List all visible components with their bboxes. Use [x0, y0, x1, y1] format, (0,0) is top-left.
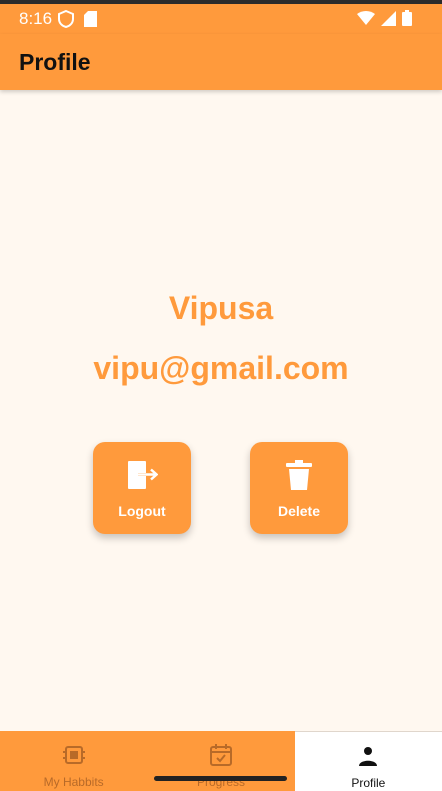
nav-item-progress[interactable]: Progress: [147, 731, 294, 791]
signal-icon: [381, 10, 396, 26]
shield-icon: [58, 10, 74, 28]
person-icon: [359, 747, 378, 766]
nav-label-my-habbits: My Habbits: [43, 775, 104, 789]
delete-label: Delete: [277, 503, 321, 519]
nav-item-my-habbits[interactable]: My Habbits: [0, 731, 147, 791]
battery-icon: [402, 10, 412, 26]
logout-label: Logout: [118, 503, 166, 519]
sd-card-icon: [84, 11, 97, 27]
nav-label-profile: Profile: [351, 776, 386, 790]
calendar-check-icon: [209, 744, 232, 766]
status-right-icons: [357, 10, 412, 26]
logout-icon: [128, 461, 158, 489]
status-time: 8:16: [19, 9, 53, 28]
home-indicator[interactable]: [154, 776, 287, 781]
logout-button[interactable]: Logout: [93, 442, 191, 534]
status-left-icons: [58, 10, 97, 28]
profile-name: Vipusa: [168, 290, 274, 326]
bottom-nav: My Habbits Progress Profile: [0, 731, 442, 791]
delete-button[interactable]: Delete: [250, 442, 348, 534]
nav-item-profile[interactable]: Profile: [294, 731, 442, 791]
wifi-icon: [357, 11, 375, 25]
page-title: Profile: [19, 49, 91, 75]
status-bar: 8:16: [0, 4, 442, 34]
app-bar: Profile: [0, 34, 442, 90]
chip-icon: [62, 746, 85, 764]
profile-email: vipu@gmail.com: [93, 350, 349, 386]
trash-icon: [286, 460, 312, 490]
